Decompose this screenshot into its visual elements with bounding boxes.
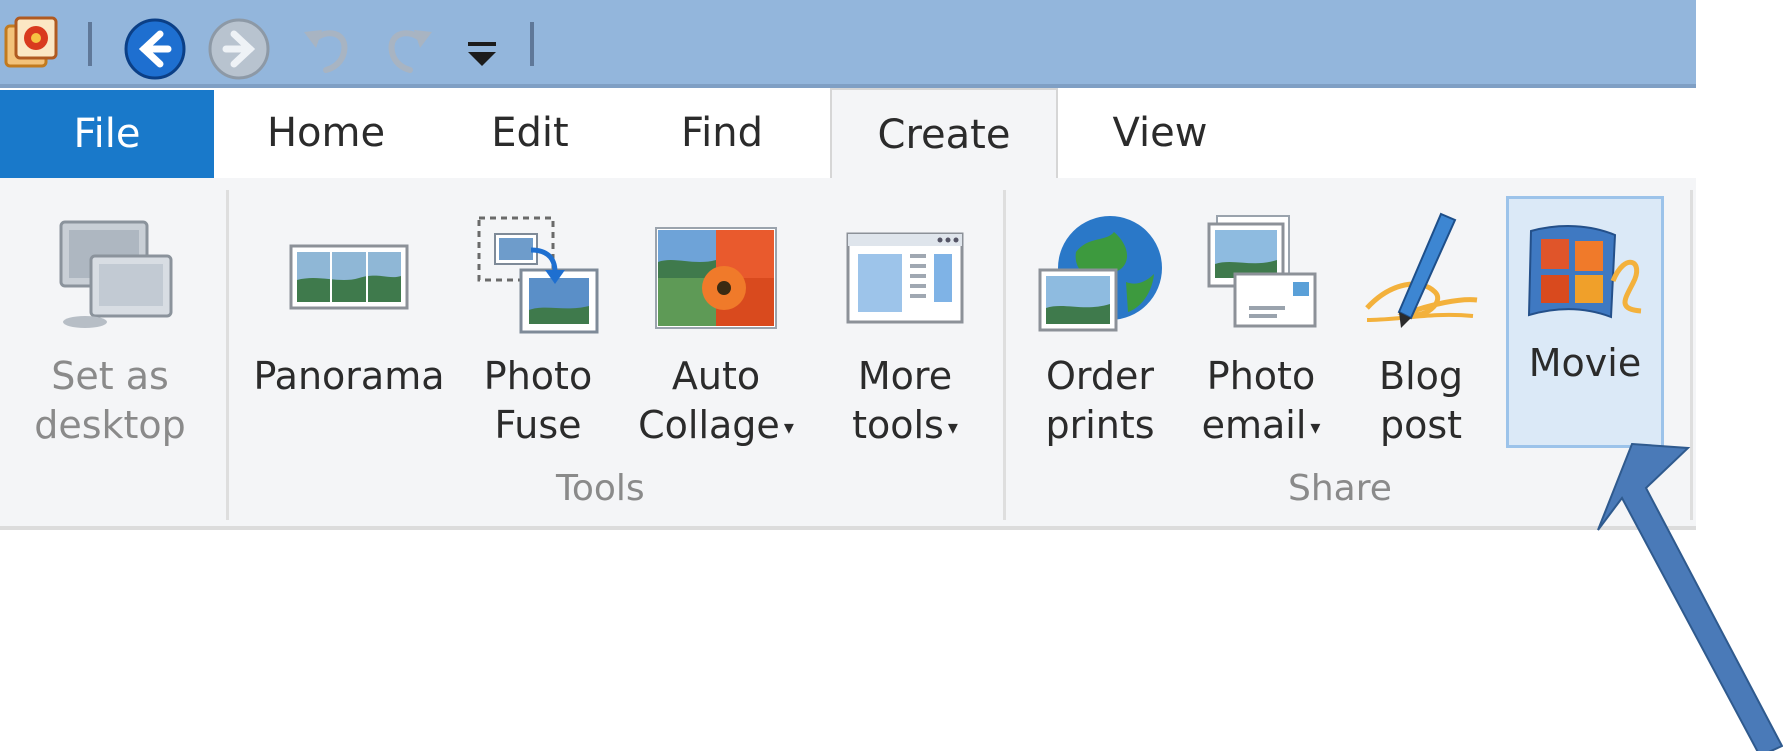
annotation-arrow [1597, 442, 1783, 751]
